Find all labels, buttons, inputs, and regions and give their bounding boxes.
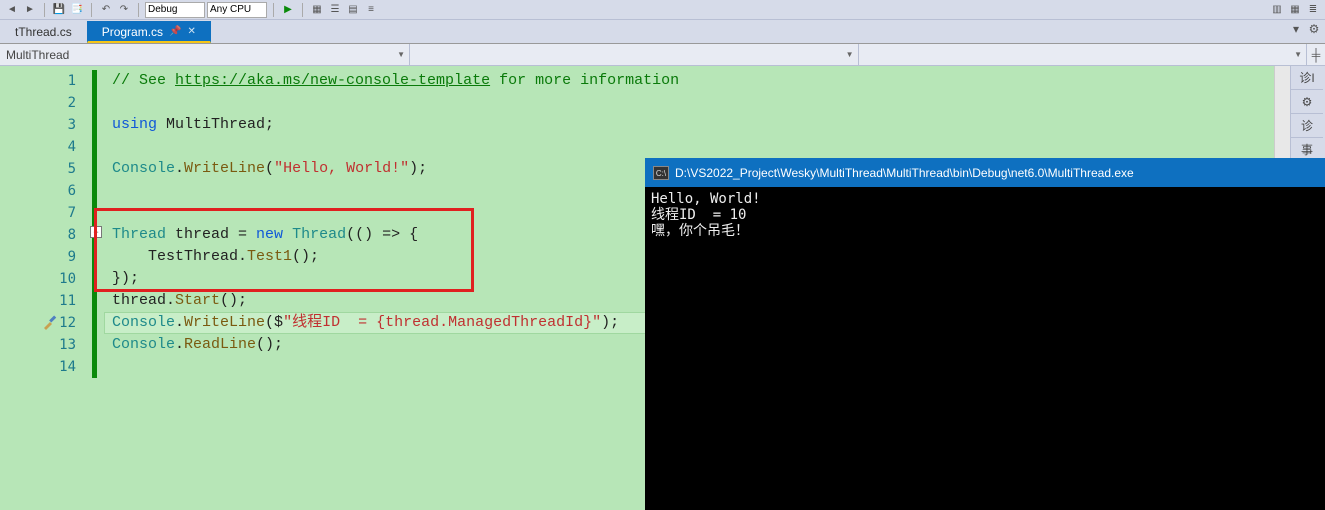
- separator: [91, 3, 92, 17]
- panel-tab[interactable]: 诊: [1291, 114, 1323, 138]
- line-number-gutter: 1 2 3 4 5 6 7 8 9 10 11 12 13 14: [0, 66, 90, 510]
- code-line: [104, 92, 1274, 114]
- separator: [138, 3, 139, 17]
- tool-icon[interactable]: ▦: [309, 2, 325, 18]
- pin-icon[interactable]: 📌: [169, 26, 181, 37]
- method-dropdown[interactable]: ▼: [859, 44, 1308, 65]
- code-line: // See https://aka.ms/new-console-templa…: [104, 70, 1274, 92]
- margin-bar: −: [90, 66, 104, 510]
- tool-icon[interactable]: ≣: [1305, 2, 1321, 18]
- redo-icon[interactable]: ↷: [116, 2, 132, 18]
- back-icon[interactable]: ◄: [4, 2, 20, 18]
- chevron-down-icon: ▼: [397, 50, 405, 59]
- line-number: 13: [0, 334, 90, 356]
- tab-label: tThread.cs: [15, 25, 72, 39]
- line-number: 9: [0, 246, 90, 268]
- config-dropdown[interactable]: Debug: [145, 2, 205, 18]
- scope-dropdown[interactable]: MultiThread ▼: [0, 44, 410, 65]
- tool-icon[interactable]: ▦: [1287, 2, 1303, 18]
- gear-icon[interactable]: ⚙: [1307, 22, 1321, 36]
- tab-program-cs[interactable]: Program.cs 📌 ✕: [87, 21, 211, 43]
- save-all-icon[interactable]: 📑: [69, 2, 85, 18]
- nav-bar: MultiThread ▼ ▼ ▼ ╪: [0, 44, 1325, 66]
- undo-icon[interactable]: ↶: [98, 2, 114, 18]
- save-icon[interactable]: 💾: [51, 2, 67, 18]
- tab-tthread-cs[interactable]: tThread.cs: [0, 21, 87, 43]
- play-icon[interactable]: ▶: [280, 2, 296, 18]
- console-output: Hello, World! 线程ID = 10 嘿，你个吊毛！: [645, 187, 1325, 243]
- forward-icon[interactable]: ►: [22, 2, 38, 18]
- tab-label: Program.cs: [102, 25, 163, 39]
- tool-icon[interactable]: ≡: [363, 2, 379, 18]
- gear-icon[interactable]: ⚙: [1291, 90, 1323, 114]
- line-number: 10: [0, 268, 90, 290]
- code-line: [104, 136, 1274, 158]
- line-number: 6: [0, 180, 90, 202]
- console-title-text: D:\VS2022_Project\Wesky\MultiThread\Mult…: [675, 166, 1134, 180]
- chevron-down-icon[interactable]: ▾: [1289, 22, 1303, 36]
- separator: [302, 3, 303, 17]
- change-indicator: [92, 70, 97, 378]
- tool-icon[interactable]: ☰: [327, 2, 343, 18]
- top-toolbar: ◄ ► 💾 📑 ↶ ↷ Debug Any CPU ▶ ▦ ☰ ▤ ≡ ▥ ▦ …: [0, 0, 1325, 20]
- separator: [44, 3, 45, 17]
- console-titlebar[interactable]: C:\ D:\VS2022_Project\Wesky\MultiThread\…: [645, 159, 1325, 187]
- line-number: 3: [0, 114, 90, 136]
- separator: [273, 3, 274, 17]
- quick-action-icon[interactable]: [42, 314, 58, 330]
- member-dropdown[interactable]: ▼: [410, 44, 859, 65]
- scope-label: MultiThread: [6, 48, 69, 62]
- line-number: 11: [0, 290, 90, 312]
- close-icon[interactable]: ✕: [188, 26, 196, 37]
- split-icon[interactable]: ╪: [1307, 44, 1325, 65]
- console-window[interactable]: C:\ D:\VS2022_Project\Wesky\MultiThread\…: [645, 158, 1325, 510]
- tool-icon[interactable]: ▤: [345, 2, 361, 18]
- line-number: 4: [0, 136, 90, 158]
- chevron-down-icon: ▼: [846, 50, 854, 59]
- line-number: 7: [0, 202, 90, 224]
- chevron-down-icon: ▼: [1294, 50, 1302, 59]
- line-number: 8: [0, 224, 90, 246]
- tab-bar: tThread.cs Program.cs 📌 ✕ ▾ ⚙: [0, 20, 1325, 44]
- line-number: 2: [0, 92, 90, 114]
- line-number: 14: [0, 356, 90, 378]
- line-number: 5: [0, 158, 90, 180]
- tool-icon[interactable]: ▥: [1269, 2, 1285, 18]
- platform-dropdown[interactable]: Any CPU: [207, 2, 267, 18]
- fold-toggle[interactable]: −: [90, 226, 102, 238]
- console-icon: C:\: [653, 166, 669, 180]
- line-number: 1: [0, 70, 90, 92]
- panel-tab[interactable]: 诊I: [1291, 66, 1323, 90]
- code-line: using MultiThread;: [104, 114, 1274, 136]
